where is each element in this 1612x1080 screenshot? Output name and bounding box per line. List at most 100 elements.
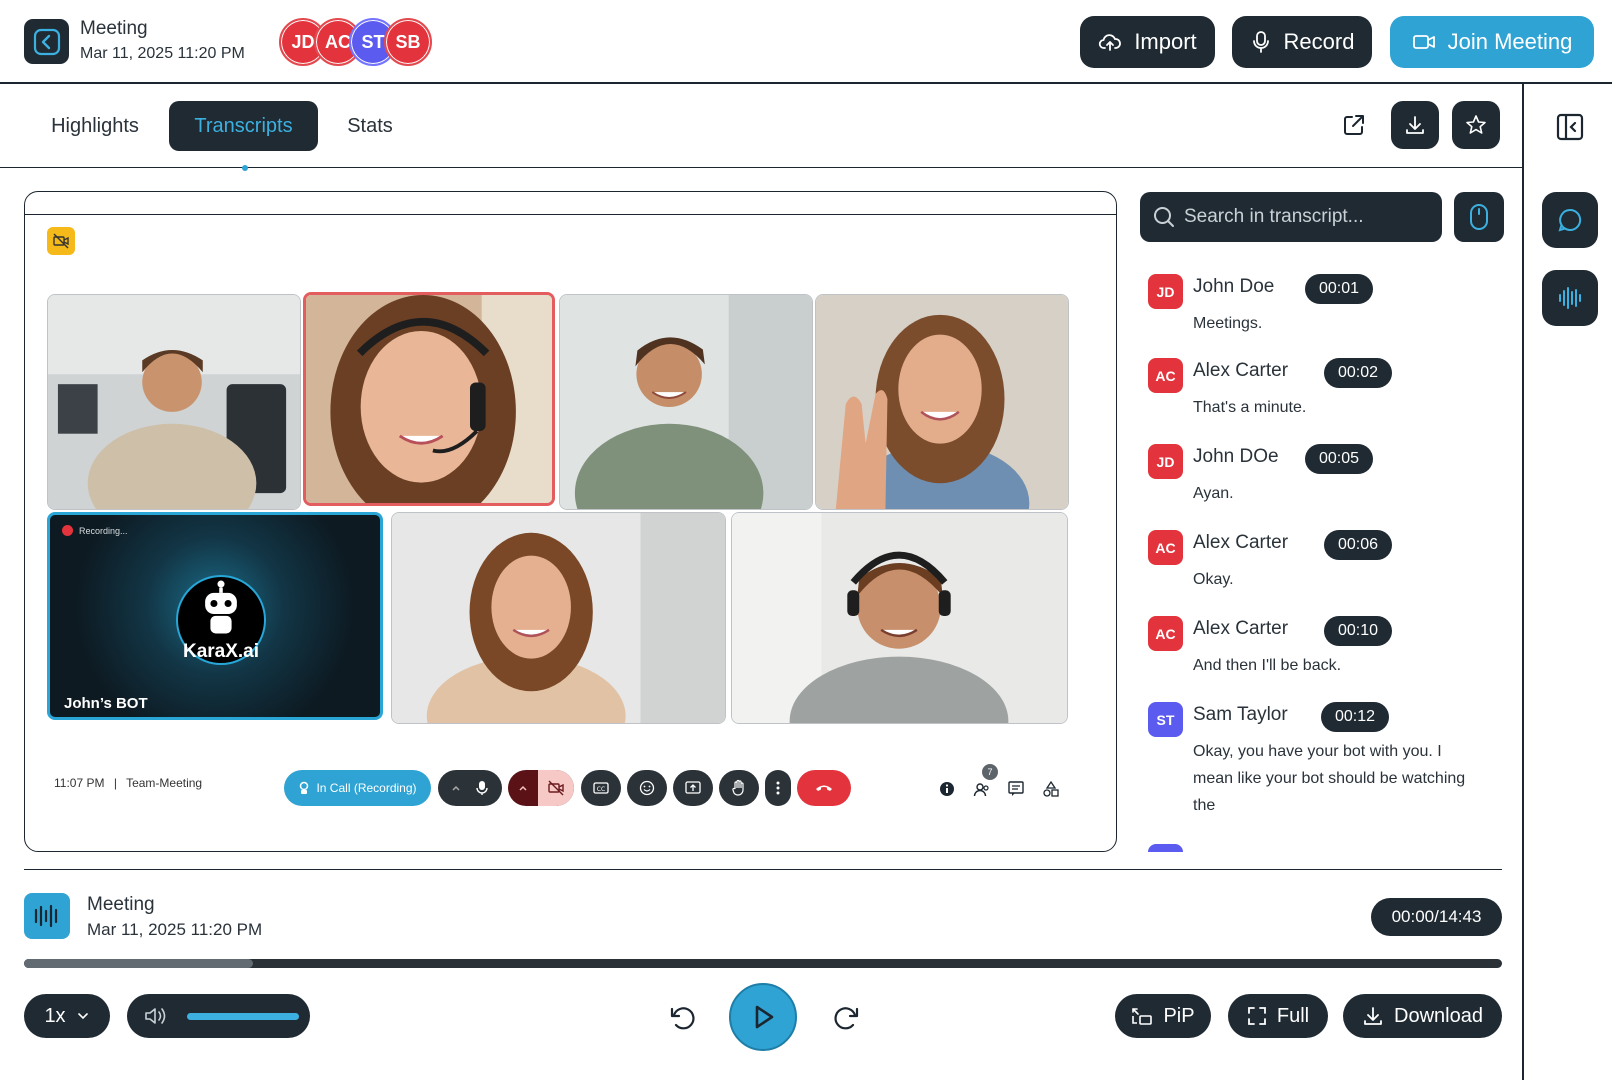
sound-wave-icon (1559, 287, 1581, 309)
chat-panel-button[interactable] (1542, 192, 1598, 248)
transcript-search-input[interactable] (1184, 206, 1424, 228)
pip-button[interactable]: PiP (1115, 994, 1211, 1038)
sidebar-toggle-button[interactable] (1555, 112, 1585, 142)
transcript-text: Okay, you have your bot with you. I mean… (1193, 743, 1466, 814)
record-button[interactable]: Record (1232, 16, 1372, 68)
timestamp-badge[interactable]: 00:10 (1324, 616, 1393, 646)
participant-video-image (732, 513, 1067, 723)
playback-speed-select[interactable]: 1x (24, 994, 110, 1038)
avatar-initials: JD (291, 31, 315, 52)
download-icon (1406, 116, 1424, 134)
import-label: Import (1134, 29, 1197, 54)
camera-control[interactable] (508, 770, 574, 806)
video-tile-participant-1[interactable] (47, 294, 301, 510)
hand-icon (732, 779, 744, 796)
transcript-list[interactable]: JD John Doe 00:01 Meetings. AC Alex Cart… (1140, 266, 1490, 852)
chat-button[interactable] (1007, 780, 1025, 798)
speaker-name: Alex Carter (1193, 618, 1289, 639)
tab-stats[interactable]: Stats (338, 101, 402, 151)
volume-icon (145, 1008, 166, 1024)
bot-name-label: John’s BOT (64, 695, 148, 712)
top-header: Meeting Mar 11, 2025 11:20 PM JD AC ST S… (0, 0, 1612, 84)
video-tile-participant-4[interactable] (815, 294, 1069, 510)
timestamp-badge[interactable]: 00:06 (1324, 530, 1393, 560)
transcript-search-box[interactable] (1140, 192, 1442, 242)
external-link-icon (1344, 115, 1364, 135)
chat-bubble-icon (1558, 208, 1582, 232)
meeting-date: Mar 11, 2025 11:20 PM (80, 45, 245, 62)
in-call-recording-status[interactable]: In Call (Recording) (284, 770, 431, 806)
camera-options[interactable] (508, 770, 538, 806)
timestamp-badge[interactable]: 00:05 (1305, 444, 1374, 474)
screen-share-icon (685, 781, 701, 794)
speaker-name: Alex Carter (1193, 360, 1289, 381)
leave-call-button[interactable] (797, 770, 851, 806)
meeting-details-button[interactable] (938, 780, 956, 798)
video-tile-participant-5[interactable] (391, 512, 726, 724)
audio-wave-panel-button[interactable] (1542, 270, 1598, 326)
right-rail-divider (1522, 84, 1524, 1080)
more-options-button[interactable] (765, 770, 791, 806)
mouse-icon (1470, 204, 1488, 230)
video-tile-participant-2-speaking[interactable] (303, 292, 555, 506)
chevron-up-icon (452, 785, 460, 791)
participant-video-image (392, 513, 725, 723)
more-vertical-icon (776, 781, 780, 795)
video-tile-participant-3[interactable] (559, 294, 813, 510)
open-external-button[interactable] (1330, 101, 1378, 149)
speaker-avatar: JD (1148, 444, 1183, 479)
download-transcript-button[interactable] (1391, 101, 1439, 149)
fullscreen-label: Full (1276, 1004, 1310, 1027)
picture-in-picture-icon (1132, 1008, 1153, 1025)
timestamp-badge[interactable]: 00:12 (1321, 702, 1390, 732)
auto-scroll-button[interactable] (1454, 192, 1504, 242)
tab-transcripts[interactable]: Transcripts (169, 101, 318, 151)
rewind-button[interactable] (666, 1001, 700, 1035)
timestamp-badge[interactable]: 00:01 (1305, 274, 1374, 304)
emoji-icon (639, 780, 655, 796)
download-icon (1364, 1007, 1382, 1025)
people-button[interactable] (973, 780, 991, 798)
transcript-text: That's a minute. (1193, 399, 1307, 416)
transcript-text: And then I'll be back. (1193, 657, 1342, 674)
tab-highlights[interactable]: Highlights (36, 101, 154, 151)
favorite-button[interactable] (1452, 101, 1500, 149)
captions-button[interactable]: CC (581, 770, 621, 806)
play-button[interactable] (729, 983, 797, 1051)
recording-status-icon (300, 781, 309, 794)
volume-control[interactable] (127, 994, 310, 1038)
reactions-button[interactable] (627, 770, 667, 806)
svg-text:CC: CC (597, 786, 605, 793)
video-tile-bot[interactable]: Recording... KaraX.ai John’s BOT (47, 512, 383, 720)
fullscreen-button[interactable]: Full (1228, 994, 1328, 1038)
volume-slider[interactable] (187, 1012, 299, 1020)
activities-button[interactable] (1042, 780, 1060, 798)
microphone-control[interactable] (438, 770, 502, 806)
message-icon (1008, 781, 1024, 796)
panel-collapse-icon (1556, 113, 1584, 141)
participant-video-image (48, 295, 300, 509)
camera-off-badge (47, 227, 75, 255)
player-divider (24, 869, 1502, 870)
bot-recording-label: Recording... (79, 525, 128, 536)
star-icon (1466, 115, 1486, 134)
video-tile-participant-6[interactable] (731, 512, 1068, 724)
speaker-avatar: AC (1148, 358, 1183, 393)
hang-up-icon (816, 785, 832, 791)
recording-dot-icon (62, 525, 73, 536)
download-recording-button[interactable]: Download (1343, 994, 1502, 1038)
participant-avatar-sb[interactable]: SB (384, 18, 432, 66)
playback-progress-bar[interactable] (24, 959, 1502, 968)
forward-button[interactable] (829, 1001, 863, 1035)
present-screen-button[interactable] (673, 770, 713, 806)
timestamp-badge[interactable]: 00:02 (1324, 358, 1393, 388)
join-meeting-button[interactable]: Join Meeting (1390, 16, 1594, 68)
video-top-divider (25, 214, 1116, 215)
meeting-video-panel[interactable]: Recording... KaraX.ai John’s BOT 11:07 P… (24, 191, 1117, 852)
back-button[interactable] (24, 19, 69, 64)
raise-hand-button[interactable] (719, 770, 759, 806)
import-button[interactable]: Import (1080, 16, 1215, 68)
camera-toggle[interactable] (538, 770, 574, 806)
camera-off-icon (53, 233, 69, 249)
in-call-label: In Call (Recording) (316, 781, 417, 795)
